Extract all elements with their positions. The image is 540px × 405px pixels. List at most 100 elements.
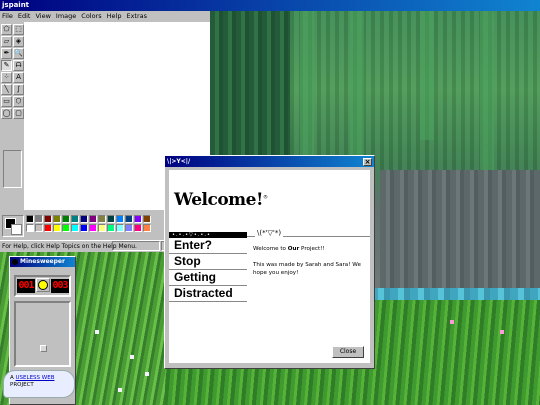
pick-color-icon[interactable]: ✒ (1, 48, 12, 59)
menu-edit[interactable]: Edit (18, 11, 31, 21)
paint-title[interactable]: jspaint (0, 0, 540, 11)
close-button[interactable]: Close (332, 346, 364, 358)
background-flower (95, 330, 99, 334)
dialog-content: Welcome to Our Project!! This was made b… (253, 245, 366, 285)
brush-icon[interactable]: ᗩ (13, 60, 24, 71)
color-swatch[interactable] (98, 224, 106, 232)
color-swatch[interactable] (44, 224, 52, 232)
color-swatch[interactable] (107, 215, 115, 223)
welcome-text-pre: Welcome to (253, 246, 288, 252)
menu-image[interactable]: Image (56, 11, 76, 21)
color-swatch[interactable] (107, 224, 115, 232)
dialog-title: \|>Y<|/ (167, 158, 191, 165)
color-swatch[interactable] (26, 215, 34, 223)
menu-file[interactable]: File (2, 11, 13, 21)
menu-extras[interactable]: Extras (126, 11, 147, 21)
eraser-icon[interactable]: ▱ (1, 36, 12, 47)
color-swatch[interactable] (143, 215, 151, 223)
status-position-cell (112, 241, 160, 251)
mine-cell[interactable] (40, 345, 47, 352)
palette-swatches (26, 215, 151, 232)
welcome-text-bold: Our (287, 246, 300, 252)
dialog-body: Welcome!® \(*'▽'*) •.•.•▽•.•.• Enter? St… (169, 170, 370, 363)
fill-icon[interactable]: ◈ (13, 36, 24, 47)
pencil-icon[interactable]: ✎ (1, 60, 12, 71)
welcome-heading-text: Welcome! (174, 190, 263, 210)
tool-options-box[interactable] (3, 150, 22, 188)
reset-button[interactable] (36, 278, 50, 292)
mine-field[interactable] (14, 301, 71, 367)
background-flower (118, 388, 122, 392)
background-flower (500, 330, 504, 334)
rounded-rectangle-icon[interactable]: ▢ (13, 108, 24, 119)
select-icon[interactable]: ⬚ (13, 24, 24, 35)
made-by-text: This was made by Sarah and Sara! We hope… (253, 262, 361, 276)
polygon-icon[interactable]: ⬡ (13, 96, 24, 107)
welcome-text-post: Project!! (299, 246, 325, 252)
color-swatch[interactable] (35, 215, 43, 223)
color-swatch[interactable] (125, 224, 133, 232)
color-swatch[interactable] (134, 224, 142, 232)
color-swatch[interactable] (26, 224, 34, 232)
background-vine (420, 0, 434, 140)
color-swatch[interactable] (71, 224, 79, 232)
color-swatch[interactable] (89, 215, 97, 223)
color-swatch[interactable] (134, 215, 142, 223)
nav-item-stop[interactable]: Stop (169, 254, 247, 270)
nav-item-getting[interactable]: Getting (169, 270, 247, 286)
color-swatch[interactable] (116, 215, 124, 223)
current-colors[interactable] (2, 215, 24, 237)
nav-item-enter[interactable]: Enter? (169, 238, 247, 254)
color-swatch[interactable] (143, 224, 151, 232)
minesweeper-header: 001 003 (14, 275, 71, 297)
color-swatch[interactable] (98, 215, 106, 223)
welcome-heading: Welcome!® (174, 190, 268, 210)
free-form-select-icon[interactable]: ⬠ (1, 24, 12, 35)
mines-counter: 001 (17, 279, 35, 293)
minesweeper-titlebar[interactable]: Minesweeper (10, 257, 75, 267)
color-swatch[interactable] (35, 224, 43, 232)
bubble-suffix: PROJECT (10, 382, 34, 388)
color-swatch[interactable] (89, 224, 97, 232)
background-flower (145, 372, 149, 376)
color-swatch[interactable] (62, 224, 70, 232)
background-rock (380, 170, 540, 295)
background-color (11, 224, 22, 235)
color-swatch[interactable] (62, 215, 70, 223)
menu-colors[interactable]: Colors (81, 11, 101, 21)
ellipse-icon[interactable]: ◯ (1, 108, 12, 119)
kaomoji: \(*'▽'*) (255, 229, 284, 237)
text-icon[interactable]: A (13, 72, 24, 83)
welcome-text: Welcome to Our Project!! (253, 245, 366, 253)
color-swatch[interactable] (80, 215, 88, 223)
menu-help[interactable]: Help (107, 11, 122, 21)
magnifier-icon[interactable]: 🔍 (13, 48, 24, 59)
color-swatch[interactable] (71, 215, 79, 223)
useless-web-bubble: A USELESS WEB PROJECT (3, 370, 75, 398)
color-swatch[interactable] (125, 215, 133, 223)
useless-web-link[interactable]: USELESS WEB (16, 375, 55, 381)
dialog-titlebar[interactable]: \|>Y<|/ × (165, 156, 374, 167)
color-swatch[interactable] (53, 215, 61, 223)
color-swatch[interactable] (80, 224, 88, 232)
airbrush-icon[interactable]: ⁘ (1, 72, 12, 83)
nav-item-distracted[interactable]: Distracted (169, 286, 247, 302)
curve-icon[interactable]: ∫ (13, 84, 24, 95)
close-icon[interactable]: × (363, 157, 372, 166)
color-swatch[interactable] (53, 224, 61, 232)
background-flower (130, 355, 134, 359)
rectangle-icon[interactable]: ▭ (1, 96, 12, 107)
color-swatch[interactable] (116, 224, 124, 232)
bubble-prefix: A (10, 375, 14, 381)
menu-view[interactable]: View (35, 11, 50, 21)
dialog-nav: •.•.•▽•.•.• Enter? Stop Getting Distract… (169, 232, 247, 302)
line-icon[interactable]: ╲ (1, 84, 12, 95)
mine-icon (12, 259, 18, 265)
paint-menubar: File Edit View Image Colors Help Extras (0, 11, 210, 21)
smiley-face-icon (38, 280, 48, 290)
minesweeper-title: Minesweeper (20, 258, 65, 265)
welcome-dialog: \|>Y<|/ × Welcome!® \(*'▽'*) •.•.•▽•.•.•… (164, 155, 375, 369)
color-swatch[interactable] (44, 215, 52, 223)
heading-mark: ® (262, 194, 268, 201)
timer-counter: 003 (51, 279, 69, 293)
